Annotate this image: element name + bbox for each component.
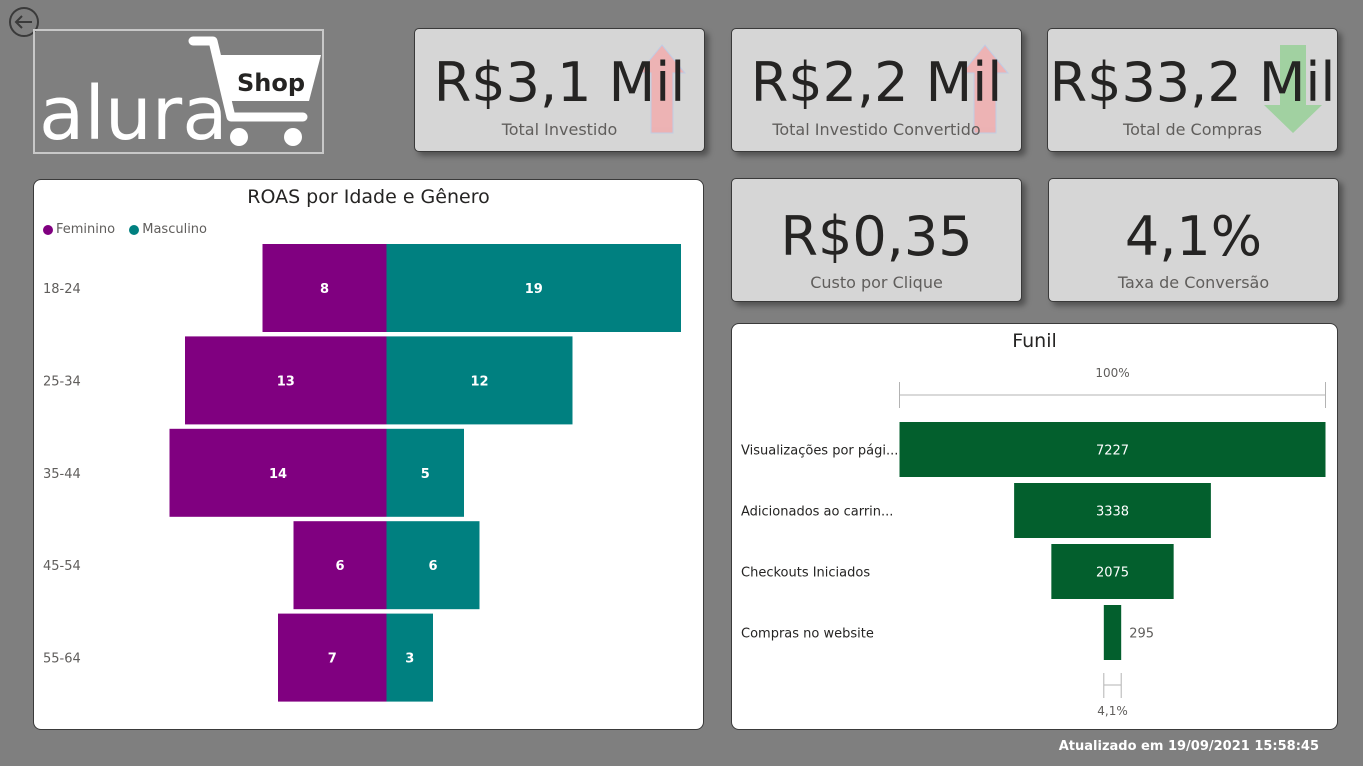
funnel-chart-svg: 100% Visualizações por pági... 7227 Adicion… <box>741 366 1326 718</box>
data-label: 19 <box>525 282 543 297</box>
funnel-chart-panel: Funil 100% Visualizações por pági... 7227 A… <box>731 323 1338 730</box>
category-label: 25-34 <box>43 374 81 389</box>
stage-label: Checkouts Iniciados <box>741 566 870 581</box>
data-label: 8 <box>320 282 329 297</box>
data-label: 13 <box>277 374 295 389</box>
kpi-total-investido: R$3,1 Mil Total Investido <box>414 28 705 152</box>
logo-brand-text: alura <box>39 71 228 156</box>
stage-label: Compras no website <box>741 627 874 642</box>
top-percent-label: 100% <box>1095 366 1129 380</box>
kpi-label: Taxa de Conversão <box>1117 273 1270 292</box>
data-label: 6 <box>335 559 344 574</box>
stage-label: Visualizações por pági... <box>741 444 898 459</box>
kpi-value: 4,1% <box>1124 205 1263 268</box>
data-label: 7227 <box>1096 444 1129 459</box>
kpi-custo-por-clique: R$0,35 Custo por Clique <box>731 178 1022 302</box>
alura-shop-logo: alura Shop <box>33 29 324 156</box>
category-label: 45-54 <box>43 559 81 574</box>
kpi-value: R$2,2 Mil <box>750 51 1003 114</box>
kpi-label: Total Investido <box>501 120 618 139</box>
kpi-value: R$0,35 <box>780 205 973 268</box>
logo-badge-text: Shop <box>237 69 305 97</box>
roas-chart-svg: 18-24 8 19 25-34 13 12 35-44 14 5 45-54 6 6 55-64 7 3 <box>43 244 681 702</box>
category-label: 55-64 <box>43 652 81 667</box>
stage-label: Adicionados ao carrin... <box>741 505 893 520</box>
kpi-label: Total de Compras <box>1123 120 1262 139</box>
data-label: 295 <box>1129 627 1154 642</box>
funnel-bar <box>1103 605 1122 660</box>
kpi-label: Custo por Clique <box>810 273 943 292</box>
roas-chart-panel: ROAS por Idade e Gênero Feminino Masculi… <box>33 179 704 730</box>
data-label: 6 <box>428 559 437 574</box>
category-label: 35-44 <box>43 467 81 482</box>
data-label: 5 <box>421 467 430 482</box>
kpi-value: R$3,1 Mil <box>433 51 686 114</box>
kpi-label: Total Investido Convertido <box>772 120 981 139</box>
data-label: 3 <box>405 652 414 667</box>
data-label: 12 <box>470 374 488 389</box>
data-label: 2075 <box>1096 566 1129 581</box>
kpi-taxa-de-conversao: 4,1% Taxa de Conversão <box>1048 178 1339 302</box>
bottom-percent-label: 4,1% <box>1097 704 1128 718</box>
kpi-total-de-compras: R$33,2 Mil Total de Compras <box>1047 28 1338 152</box>
data-label: 3338 <box>1096 505 1129 520</box>
kpi-total-investido-convertido: R$2,2 Mil Total Investido Convertido <box>731 28 1022 152</box>
kpi-value: R$33,2 Mil <box>1049 51 1336 114</box>
data-label: 7 <box>328 652 337 667</box>
category-label: 18-24 <box>43 282 81 297</box>
data-label: 14 <box>269 467 287 482</box>
last-updated-text: Atualizado em 19/09/2021 15:58:45 <box>1058 739 1319 754</box>
